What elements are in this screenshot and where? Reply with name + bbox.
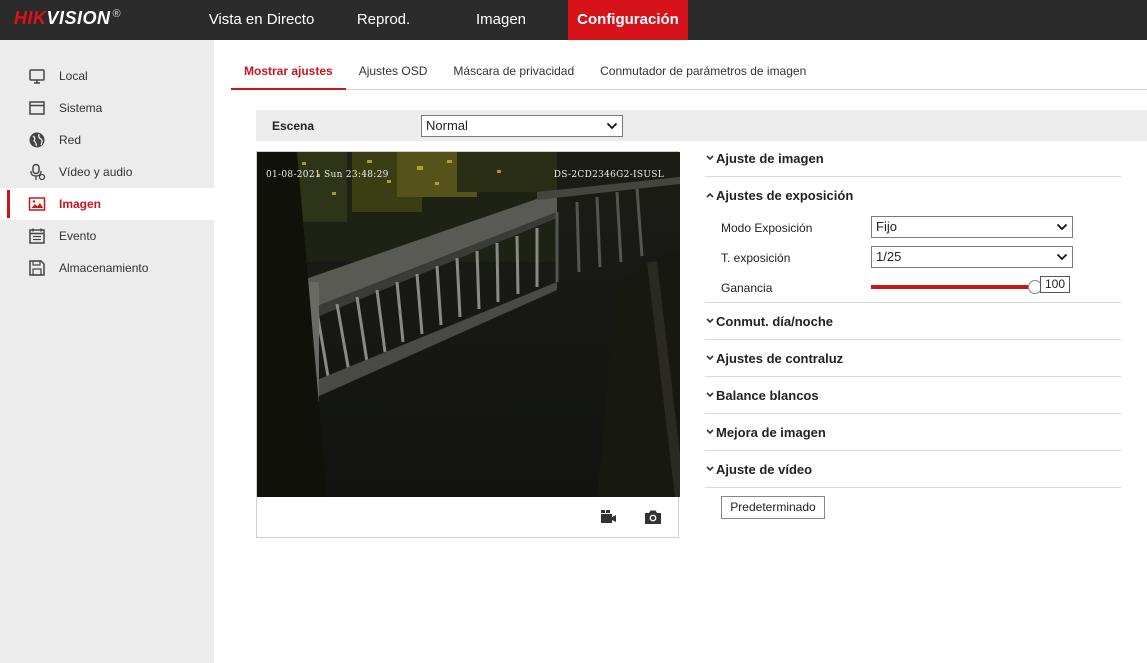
globe-icon	[28, 131, 46, 149]
section-header[interactable]: Ajuste de vídeo	[705, 451, 1121, 487]
scene-value: Normal	[426, 118, 468, 133]
chevron-down-icon	[706, 355, 714, 361]
monitor-icon	[28, 67, 46, 85]
floppy-icon	[28, 259, 46, 277]
sidebar-item-local[interactable]: Local	[0, 60, 214, 92]
gain-slider-fill	[871, 285, 1035, 289]
main-nav: Vista en Directo Reprod. Imagen Configur…	[190, 0, 688, 40]
sidebar-item-label: Imagen	[59, 197, 102, 211]
section-exposure: Ajustes de exposición Modo Exposición Fi…	[705, 177, 1121, 303]
section-title: Mejora de imagen	[716, 424, 826, 440]
sidebar-item-label: Vídeo y audio	[59, 165, 133, 179]
exposure-time-label: T. exposición	[721, 251, 791, 265]
section-header[interactable]: Ajustes de exposición	[705, 177, 1121, 213]
section-title: Ajustes de contraluz	[716, 350, 844, 366]
chevron-down-icon	[706, 155, 714, 161]
chevron-down-icon	[706, 392, 714, 398]
chevron-down-icon	[1056, 223, 1068, 231]
record-icon[interactable]	[598, 507, 618, 527]
sidebar-item-video-audio[interactable]: Vídeo y audio	[0, 156, 214, 188]
osd-timestamp: 01-08-2021 Sun 23:48:29	[266, 170, 389, 180]
osd-camera-model: DS-2CD2346G2-ISUSL	[553, 170, 664, 180]
video-controls	[257, 497, 680, 538]
gain-input[interactable]: 100	[1040, 276, 1070, 293]
settings-tabs: Mostrar ajustes Ajustes OSD Máscara de p…	[231, 52, 1147, 90]
scene-select[interactable]: Normal	[421, 115, 623, 137]
tab-osd-settings[interactable]: Ajustes OSD	[346, 52, 441, 90]
exposure-mode-row: Modo Exposición Fijo	[705, 213, 1121, 243]
chevron-down-icon	[706, 318, 714, 324]
section-header[interactable]: Mejora de imagen	[705, 414, 1121, 450]
exposure-time-row: T. exposición 1/25	[705, 243, 1121, 273]
window-icon	[28, 99, 46, 117]
section-header[interactable]: Ajustes de contraluz	[705, 340, 1121, 376]
chevron-down-icon	[606, 122, 618, 130]
nav-live-view[interactable]: Vista en Directo	[190, 0, 333, 40]
section-title: Ajustes de exposición	[716, 187, 854, 203]
chevron-down-icon	[1056, 253, 1068, 261]
scene-row: Escena Normal	[256, 110, 1147, 141]
sidebar-item-network[interactable]: Red	[0, 124, 214, 156]
sidebar-item-storage[interactable]: Almacenamiento	[0, 252, 214, 284]
sidebar-item-label: Local	[59, 69, 88, 83]
section-title: Ajuste de imagen	[716, 150, 824, 166]
chevron-up-icon	[706, 192, 714, 198]
sidebar-item-label: Evento	[59, 229, 97, 243]
microphone-icon	[28, 163, 46, 181]
section-header[interactable]: Balance blancos	[705, 377, 1121, 413]
exposure-mode-value: Fijo	[876, 219, 897, 234]
sidebar: Local Sistema Red Vídeo y audio Imagen E…	[0, 40, 214, 663]
nav-image[interactable]: Imagen	[434, 0, 568, 40]
settings-panel: Ajuste de imagen Ajustes de exposición M…	[705, 140, 1121, 488]
live-video[interactable]: 01-08-2021 Sun 23:48:29 DS-2CD2346G2-ISU…	[257, 152, 680, 497]
sidebar-item-label: Red	[59, 133, 82, 147]
sidebar-item-event[interactable]: Evento	[0, 220, 214, 252]
nav-configuration[interactable]: Configuración	[568, 0, 688, 40]
exposure-mode-select[interactable]: Fijo	[871, 216, 1073, 238]
section-image-adjustment: Ajuste de imagen	[705, 140, 1121, 177]
sidebar-item-system[interactable]: Sistema	[0, 92, 214, 124]
camera-scene	[257, 152, 680, 497]
gain-row: Ganancia 100	[705, 273, 1121, 303]
chevron-down-icon	[706, 466, 714, 472]
image-icon	[28, 195, 46, 213]
sidebar-item-label: Almacenamiento	[59, 261, 149, 275]
snapshot-icon[interactable]	[643, 507, 663, 527]
section-day-night: Conmut. día/noche	[705, 303, 1121, 340]
section-title: Conmut. día/noche	[716, 313, 833, 329]
calendar-icon	[28, 227, 46, 245]
section-backlight: Ajustes de contraluz	[705, 340, 1121, 377]
tab-display-settings[interactable]: Mostrar ajustes	[231, 52, 346, 90]
section-video-adjustment: Ajuste de vídeo	[705, 451, 1121, 488]
section-header[interactable]: Ajuste de imagen	[705, 140, 1121, 176]
scene-label: Escena	[272, 119, 315, 133]
exposure-time-value: 1/25	[876, 249, 902, 264]
section-header[interactable]: Conmut. día/noche	[705, 303, 1121, 339]
sidebar-item-label: Sistema	[59, 101, 103, 115]
section-title: Balance blancos	[716, 387, 819, 403]
chevron-down-icon	[706, 429, 714, 435]
section-title: Ajuste de vídeo	[716, 461, 813, 477]
exposure-time-select[interactable]: 1/25	[871, 246, 1073, 268]
sidebar-item-image[interactable]: Imagen	[0, 188, 214, 220]
exposure-mode-label: Modo Exposición	[721, 221, 813, 235]
default-button[interactable]: Predeterminado	[721, 496, 825, 519]
top-bar: HIKVISION ® Vista en Directo Reprod. Imag…	[0, 0, 1147, 40]
hikvision-logo: HIKVISION ®	[14, 8, 122, 28]
section-white-balance: Balance blancos	[705, 377, 1121, 414]
nav-playback[interactable]: Reprod.	[333, 0, 434, 40]
video-preview-box: 01-08-2021 Sun 23:48:29 DS-2CD2346G2-ISU…	[256, 151, 680, 538]
tab-image-parameter-switch[interactable]: Conmutador de parámetros de imagen	[587, 52, 819, 90]
gain-slider[interactable]	[871, 280, 1042, 294]
section-image-enhancement: Mejora de imagen	[705, 414, 1121, 451]
tab-privacy-mask[interactable]: Máscara de privacidad	[440, 52, 587, 90]
gain-label: Ganancia	[721, 281, 773, 295]
